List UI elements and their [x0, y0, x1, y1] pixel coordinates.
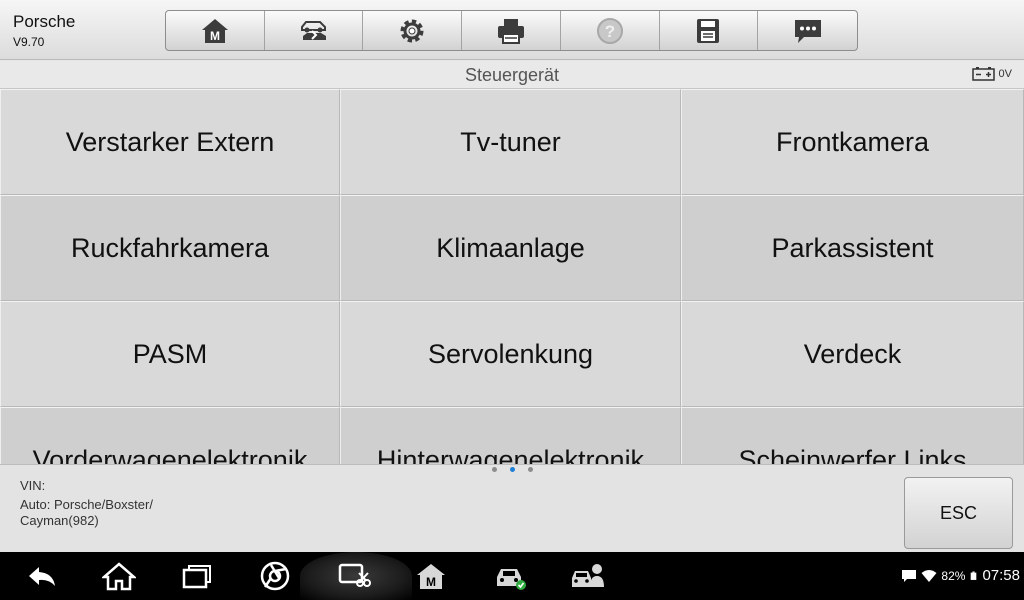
module-label: Parkassistent [771, 232, 934, 263]
gear-icon [400, 19, 424, 42]
module-label: Scheinwerfer Links [738, 444, 967, 465]
module-button[interactable]: Hinterwagenelektronik [340, 407, 681, 464]
voltage-value: 0V [998, 68, 1012, 80]
page-dot-active[interactable] [509, 466, 515, 472]
notification-chat-icon [902, 569, 917, 582]
module-button[interactable]: Vorderwagenelektronik [0, 407, 340, 464]
module-label: Frontkamera [775, 126, 930, 157]
module-button[interactable]: Verdeck [681, 301, 1024, 407]
battery-voltage: 0V [971, 67, 1012, 81]
module-label: Vorderwagenelektronik [32, 444, 308, 465]
back-arrow-icon [29, 567, 55, 586]
home-nav-button[interactable] [101, 560, 137, 592]
screen-capture-button[interactable] [336, 560, 372, 592]
module-button[interactable]: PASM [0, 301, 340, 407]
title-bar: Steuergerät 0V [0, 61, 1024, 89]
help-icon: ? [596, 17, 623, 44]
module-label: Tv-tuner [460, 126, 561, 157]
module-label: Ruckfahrkamera [70, 232, 270, 263]
main-toolbar: M ? [165, 10, 858, 51]
module-label: Klimaanlage [436, 232, 585, 263]
svg-text:?: ? [605, 22, 615, 41]
system-nav-bar: M 82% 07:58 [0, 552, 1024, 600]
brand-name: Porsche [13, 12, 76, 31]
page-indicator [0, 464, 1024, 474]
vehicle-swap-button[interactable] [265, 11, 364, 50]
home-button[interactable]: M [166, 11, 265, 50]
module-button[interactable]: Verstarker Extern [0, 89, 340, 195]
home-m-icon: M [417, 564, 445, 589]
module-label: Verstarker Extern [65, 126, 275, 157]
svg-text:M: M [210, 29, 220, 43]
help-button[interactable]: ? [561, 11, 660, 50]
wifi-icon [921, 569, 937, 582]
svg-text:M: M [426, 575, 436, 589]
status-area: 82% 07:58 [901, 567, 1020, 584]
settings-button[interactable] [363, 11, 463, 50]
module-button[interactable]: Frontkamera [681, 89, 1024, 195]
page-title: Steuergerät [464, 65, 560, 85]
app-header: Porsche V9.70 M ? [0, 0, 1024, 60]
vehicle-swap-icon [300, 20, 326, 40]
print-button[interactable] [462, 11, 561, 50]
chrome-icon [260, 561, 290, 591]
maxisys-home-button[interactable]: M [413, 560, 449, 592]
screenshot-scissors-icon [338, 563, 371, 587]
battery-percent: 82% [941, 568, 966, 583]
module-label: Servolenkung [427, 338, 594, 369]
chat-icon [794, 19, 821, 43]
module-label: Verdeck [803, 338, 902, 369]
battery-icon [971, 571, 977, 580]
module-button[interactable]: Scheinwerfer Links [681, 407, 1024, 464]
brand-block: Porsche V9.70 [13, 12, 75, 50]
remote-support-button[interactable] [569, 560, 605, 592]
module-label: Hinterwagenelektronik [376, 444, 645, 465]
car-technician-icon [572, 564, 604, 587]
module-grid: Verstarker Extern Tv-tuner Frontkamera R… [0, 89, 1024, 464]
module-button[interactable]: Ruckfahrkamera [0, 195, 340, 301]
vehicle-info-bar: VIN: Auto: Porsche/Boxster/ Cayman(982) … [0, 464, 1024, 552]
save-icon [697, 18, 720, 43]
recent-apps-button[interactable] [179, 560, 215, 592]
chat-button[interactable] [758, 11, 857, 50]
car-check-icon [497, 569, 526, 590]
home-icon [102, 562, 136, 591]
app-version: V9.70 [13, 35, 45, 49]
vehicle-path: Auto: Porsche/Boxster/ Cayman(982) [20, 497, 153, 528]
esc-button[interactable]: ESC [904, 477, 1013, 549]
save-button[interactable] [660, 11, 759, 50]
module-label: PASM [132, 338, 208, 369]
module-grid-scroll[interactable]: Verstarker Extern Tv-tuner Frontkamera R… [0, 89, 1024, 464]
page-dot[interactable] [527, 466, 533, 472]
home-m-icon: M [201, 18, 228, 43]
recent-apps-icon [182, 565, 211, 589]
module-button[interactable]: Servolenkung [340, 301, 681, 407]
printer-icon [498, 18, 525, 44]
car-battery-icon [971, 67, 995, 81]
clock: 07:58 [982, 567, 1020, 584]
module-button[interactable]: Parkassistent [681, 195, 1024, 301]
vehicle-status-button[interactable] [492, 560, 528, 592]
browser-button[interactable] [257, 560, 293, 592]
page-dot[interactable] [491, 466, 497, 472]
module-button[interactable]: Tv-tuner [340, 89, 681, 195]
module-button[interactable]: Klimaanlage [340, 195, 681, 301]
vin-label: VIN: [20, 478, 46, 493]
back-button[interactable] [24, 560, 60, 592]
